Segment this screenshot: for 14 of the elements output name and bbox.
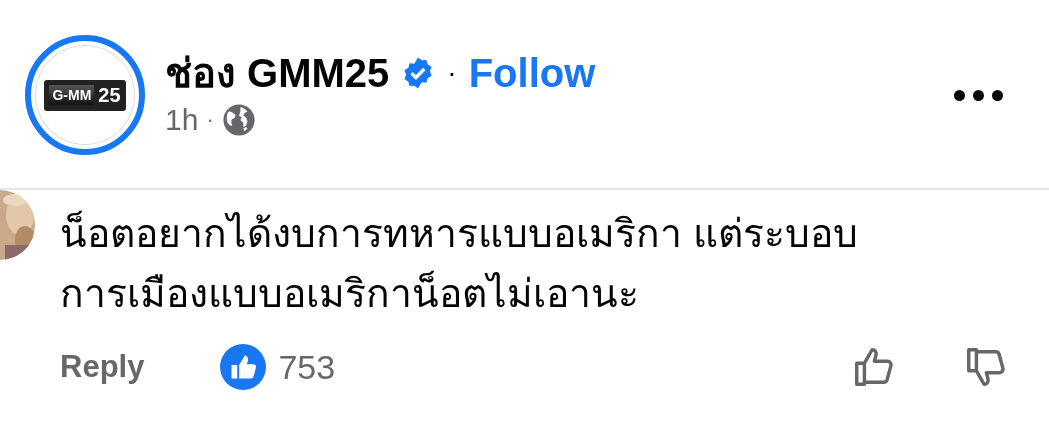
logo-text: G-MM bbox=[49, 85, 95, 105]
like-reaction-icon bbox=[220, 344, 267, 390]
follow-button[interactable]: Follow bbox=[468, 50, 596, 96]
separator-dot: · bbox=[206, 107, 214, 133]
post-time[interactable]: 1h bbox=[165, 103, 199, 137]
more-options-icon[interactable] bbox=[954, 90, 1003, 101]
separator-dot: · bbox=[447, 57, 457, 89]
globe-icon bbox=[221, 103, 256, 137]
like-count: 753 bbox=[278, 347, 336, 387]
page-name[interactable]: ช่อง GMM25 bbox=[165, 41, 390, 105]
reply-button[interactable]: Reply bbox=[60, 349, 145, 385]
comment-text: น็อตอยากได้งบการทหารแบบอเมริกา แต่ระบอบการเมืองแบบอเมริกาน็อตไม่เอานะ bbox=[60, 209, 859, 317]
page-avatar[interactable]: G-MM 25 bbox=[25, 35, 145, 155]
logo-number: 25 bbox=[98, 83, 121, 107]
